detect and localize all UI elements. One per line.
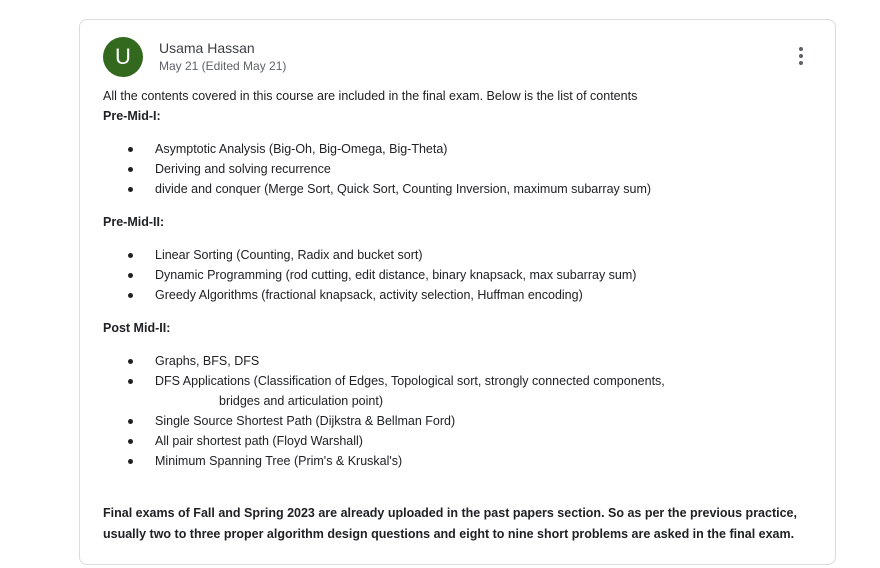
more-vert-icon (799, 61, 803, 65)
list-item: DFS Applications (Classification of Edge… (128, 371, 803, 411)
list-item: Minimum Spanning Tree (Prim's & Kruskal'… (128, 451, 803, 471)
list-item: Deriving and solving recurrence (128, 159, 803, 179)
more-options-button[interactable] (787, 42, 815, 70)
topic-list: Asymptotic Analysis (Big-Oh, Big-Omega, … (103, 139, 803, 199)
list-item-continuation: bridges and articulation point) (219, 394, 383, 408)
post-intro: All the contents covered in this course … (103, 89, 638, 103)
list-item-text: DFS Applications (Classification of Edge… (155, 374, 665, 388)
list-item: Greedy Algorithms (fractional knapsack, … (128, 285, 803, 305)
avatar[interactable]: U (103, 37, 143, 77)
more-vert-icon (799, 54, 803, 58)
section-title: Post Mid-II: (103, 321, 171, 335)
list-item: Graphs, BFS, DFS (128, 351, 803, 371)
list-item: Single Source Shortest Path (Dijkstra & … (128, 411, 803, 431)
list-item: Linear Sorting (Counting, Radix and buck… (128, 245, 803, 265)
section-title: Pre-Mid-II: (103, 215, 165, 229)
final-note: Final exams of Fall and Spring 2023 are … (103, 506, 797, 541)
topic-list: Linear Sorting (Counting, Radix and buck… (103, 245, 803, 305)
list-item: Dynamic Programming (rod cutting, edit d… (128, 265, 803, 285)
author-name[interactable]: Usama Hassan (159, 40, 255, 56)
post-body: All the contents covered in this course … (103, 86, 803, 558)
list-item: Asymptotic Analysis (Big-Oh, Big-Omega, … (128, 139, 803, 159)
post-date: May 21 (Edited May 21) (159, 59, 287, 73)
list-item: All pair shortest path (Floyd Warshall) (128, 431, 803, 451)
topic-list: Graphs, BFS, DFS DFS Applications (Class… (103, 351, 803, 471)
list-item: divide and conquer (Merge Sort, Quick So… (128, 179, 803, 199)
section-title: Pre-Mid-I: (103, 109, 161, 123)
announcement-card: U Usama Hassan May 21 (Edited May 21) Al… (79, 19, 836, 565)
more-vert-icon (799, 47, 803, 51)
